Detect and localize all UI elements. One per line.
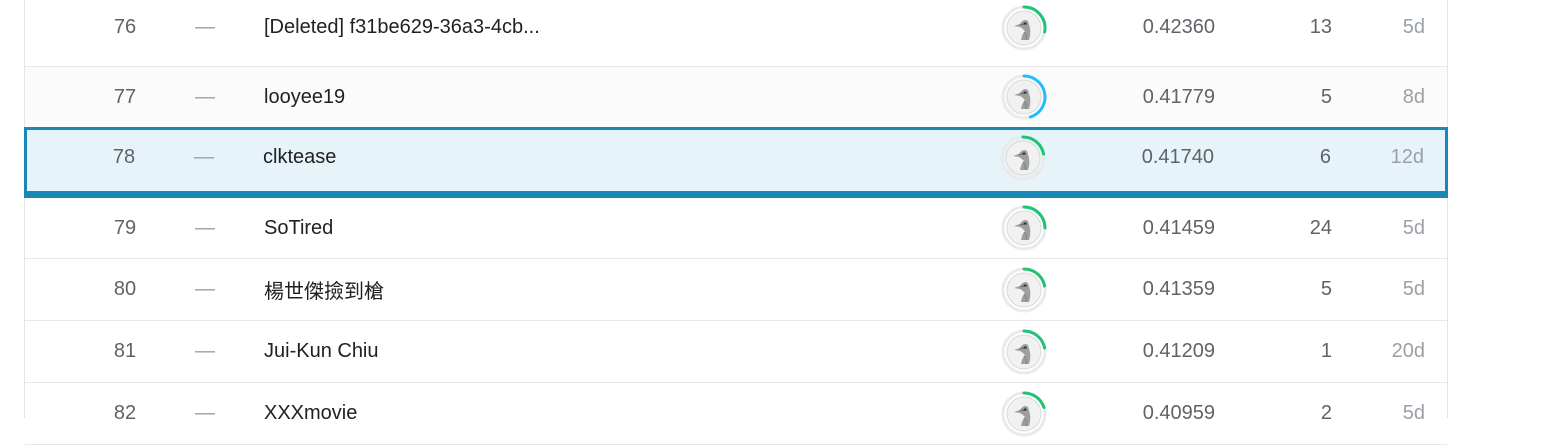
last-submission-cell: 12d bbox=[1390, 146, 1424, 168]
team-name-link[interactable]: XXXmovie bbox=[264, 383, 964, 444]
rank-change-cell: — bbox=[195, 278, 215, 300]
team-name-link[interactable]: clktease bbox=[263, 127, 963, 188]
entries-cell: 13 bbox=[1309, 16, 1332, 38]
team-name-link[interactable]: [Deleted] f31be629-36a3-4cb... bbox=[264, 0, 964, 66]
goose-avatar-icon bbox=[999, 134, 1047, 182]
entries-cell: 1 bbox=[1320, 340, 1332, 362]
goose-avatar-icon bbox=[1000, 266, 1048, 314]
entries-cell: 5 bbox=[1320, 278, 1332, 300]
score-cell: 0.41779 bbox=[1142, 85, 1215, 108]
rank-change-cell: — bbox=[195, 402, 215, 424]
team-avatar[interactable] bbox=[999, 0, 1049, 66]
goose-avatar-icon bbox=[1000, 328, 1048, 376]
score-cell: 0.41740 bbox=[1141, 146, 1214, 168]
team-name-link[interactable]: SoTired bbox=[264, 198, 964, 258]
table-row[interactable]: 79 — SoTired 0.41459 24 5d bbox=[25, 198, 1447, 259]
rank-change-cell: — bbox=[195, 85, 215, 108]
score-cell: 0.41459 bbox=[1142, 216, 1215, 239]
table-row[interactable]: 76 — [Deleted] f31be629-36a3-4cb... 0.42… bbox=[25, 0, 1447, 67]
team-avatar[interactable] bbox=[999, 198, 1049, 258]
goose-avatar-icon bbox=[1000, 204, 1048, 252]
score-cell: 0.42360 bbox=[1142, 16, 1215, 38]
team-avatar[interactable] bbox=[999, 321, 1049, 382]
goose-avatar-icon bbox=[1000, 390, 1048, 438]
last-submission-cell: 20d bbox=[1391, 340, 1425, 362]
entries-cell: 6 bbox=[1319, 146, 1331, 168]
rank-cell: 78 bbox=[112, 146, 136, 168]
last-submission-cell: 5d bbox=[1402, 402, 1425, 424]
goose-avatar-icon bbox=[1000, 4, 1048, 52]
last-submission-cell: 5d bbox=[1402, 278, 1425, 300]
table-row[interactable]: 81 — Jui-Kun Chiu 0.41209 1 20d bbox=[25, 321, 1447, 383]
entries-cell: 24 bbox=[1309, 216, 1332, 239]
entries-cell: 5 bbox=[1320, 85, 1332, 108]
rank-cell: 81 bbox=[113, 340, 137, 362]
rank-cell: 76 bbox=[113, 16, 137, 38]
goose-avatar-icon bbox=[1000, 73, 1048, 121]
team-avatar[interactable] bbox=[999, 259, 1049, 320]
last-submission-cell: 8d bbox=[1402, 85, 1425, 108]
rank-change-cell: — bbox=[195, 216, 215, 239]
rank-cell: 79 bbox=[113, 216, 137, 239]
rank-change-cell: — bbox=[195, 340, 215, 362]
rank-cell: 77 bbox=[113, 85, 137, 108]
table-row[interactable]: 82 — XXXmovie 0.40959 2 5d bbox=[25, 383, 1447, 445]
table-row[interactable]: 80 — 楊世傑撿到槍 0.41359 5 5d bbox=[25, 259, 1447, 321]
last-submission-cell: 5d bbox=[1402, 16, 1425, 38]
rank-change-cell: — bbox=[195, 16, 215, 38]
score-cell: 0.40959 bbox=[1142, 402, 1215, 424]
team-name-link[interactable]: looyee19 bbox=[264, 67, 964, 127]
last-submission-cell: 5d bbox=[1402, 216, 1425, 239]
team-avatar[interactable] bbox=[998, 127, 1048, 188]
rank-cell: 82 bbox=[113, 402, 137, 424]
rank-change-cell: — bbox=[194, 146, 214, 168]
score-cell: 0.41359 bbox=[1142, 278, 1215, 300]
entries-cell: 2 bbox=[1320, 402, 1332, 424]
team-avatar[interactable] bbox=[999, 67, 1049, 127]
team-name-link[interactable]: Jui-Kun Chiu bbox=[264, 321, 964, 382]
score-cell: 0.41209 bbox=[1142, 340, 1215, 362]
leaderboard-table: 76 — [Deleted] f31be629-36a3-4cb... 0.42… bbox=[24, 0, 1448, 445]
team-name-link[interactable]: 楊世傑撿到槍 bbox=[264, 259, 964, 320]
table-row[interactable]: 78 — clktease 0.41740 6 12d bbox=[24, 127, 1448, 198]
rank-cell: 80 bbox=[113, 278, 137, 300]
table-row[interactable]: 77 — looyee19 0.41779 5 8d bbox=[25, 67, 1447, 128]
team-avatar[interactable] bbox=[999, 383, 1049, 444]
